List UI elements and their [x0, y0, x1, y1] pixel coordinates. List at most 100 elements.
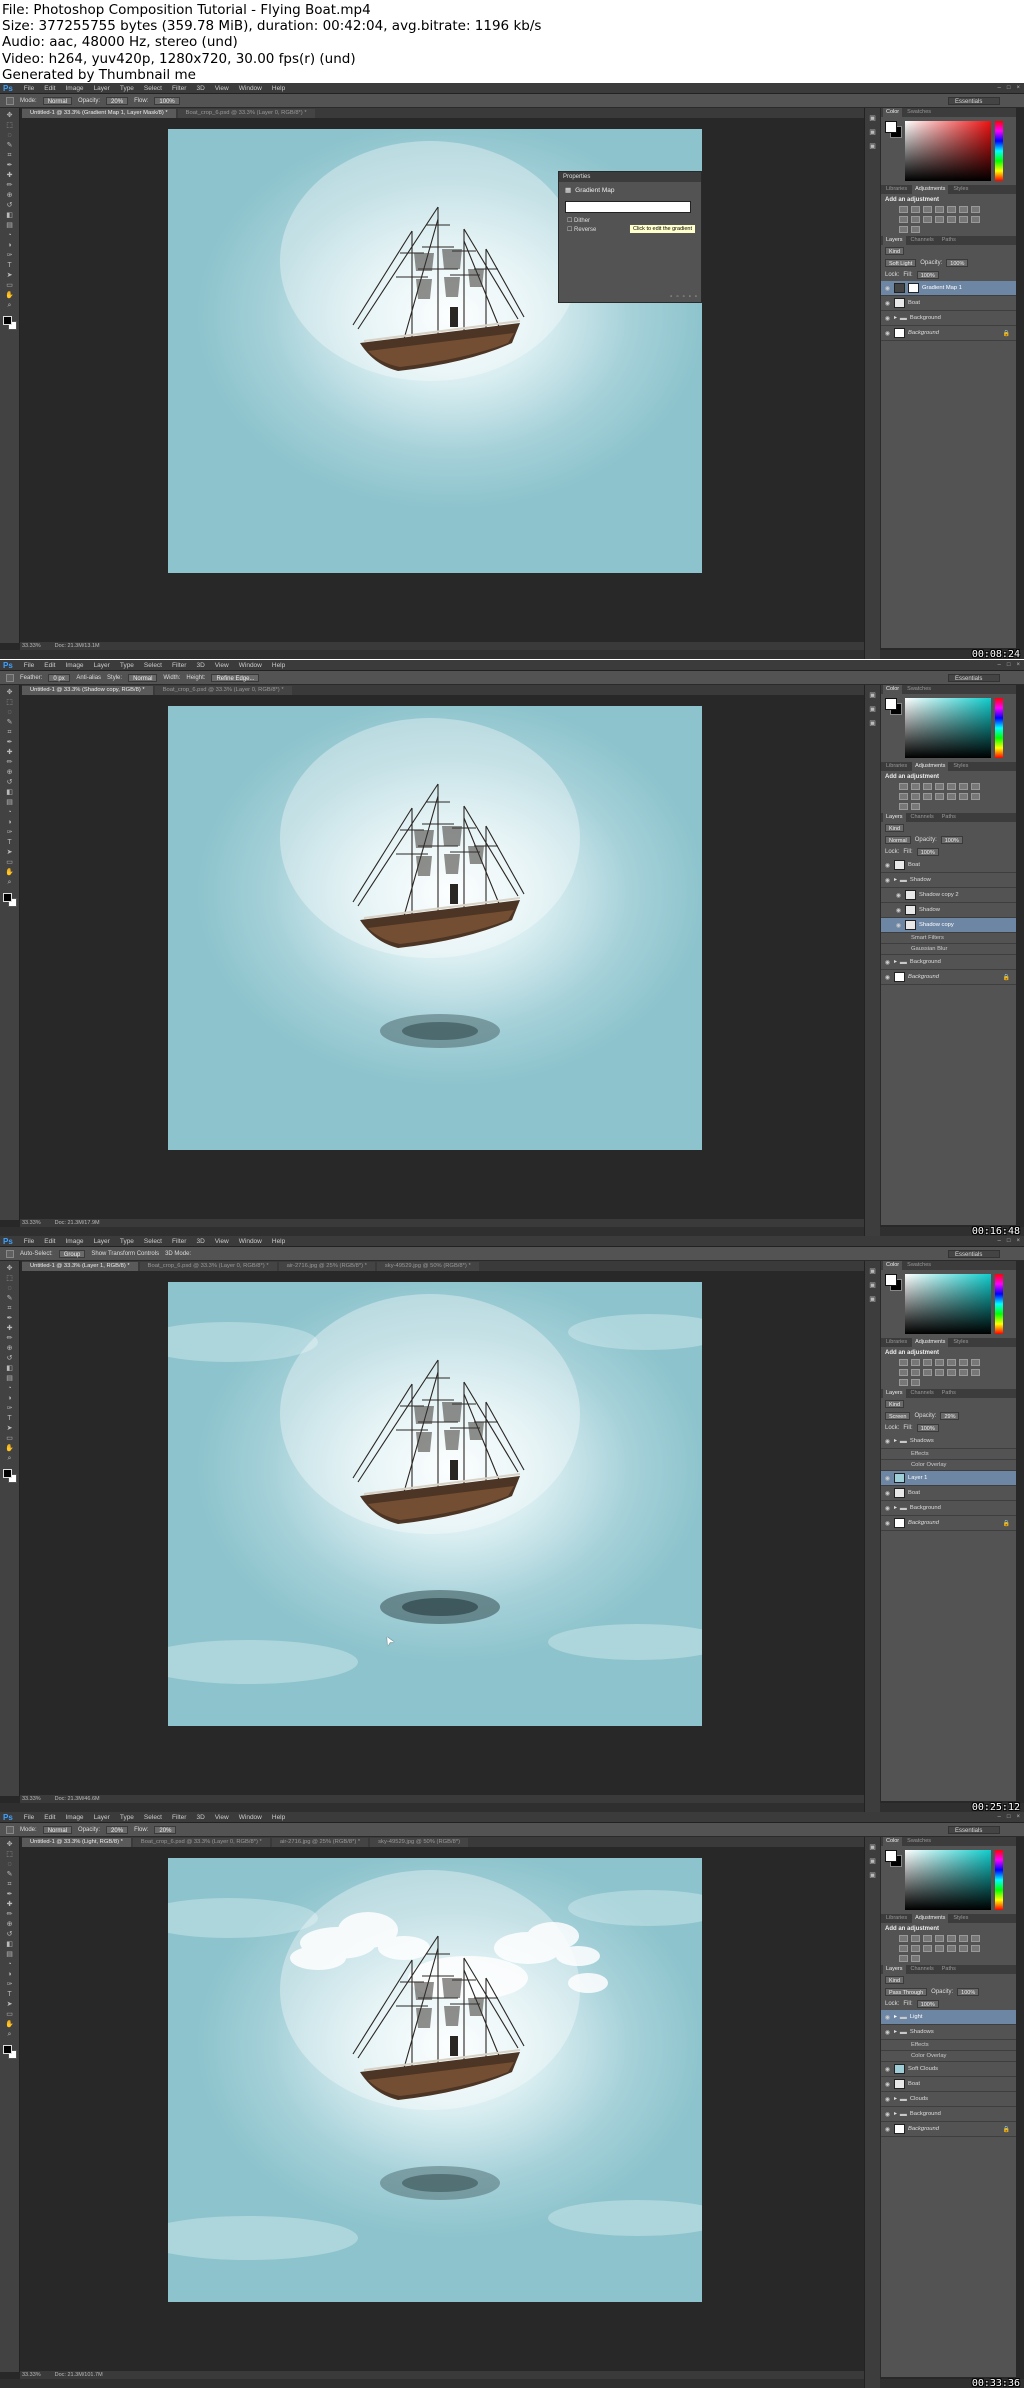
- healing-tool-icon[interactable]: ✚: [5, 749, 15, 757]
- eraser-tool-icon[interactable]: ◧: [5, 212, 15, 220]
- option-feather[interactable]: 0 px: [48, 673, 71, 682]
- eye-icon[interactable]: ◉: [884, 877, 891, 884]
- workspace-switcher[interactable]: Essentials: [948, 1826, 1000, 1834]
- gradient-tool-icon[interactable]: ▤: [5, 222, 15, 230]
- layer-row[interactable]: Effects: [881, 2040, 1016, 2051]
- eye-icon[interactable]: ◉: [884, 959, 891, 966]
- zoom-tool-icon[interactable]: ⌕: [5, 879, 15, 887]
- document-tab[interactable]: Boat_crop_6.psd @ 33.3% (Layer 0, RGB/8*…: [132, 1838, 270, 1847]
- path-select-tool-icon[interactable]: ➤: [5, 272, 15, 280]
- option-opacity[interactable]: 20%: [106, 1825, 129, 1834]
- expand-arrow-icon[interactable]: ▸: [894, 1438, 897, 1444]
- adjustment-icon[interactable]: [911, 1379, 920, 1386]
- eyedropper-tool-icon[interactable]: ✒: [5, 1315, 15, 1323]
- foreground-color[interactable]: [2, 316, 12, 325]
- maximize-icon[interactable]: □: [1007, 1814, 1011, 1820]
- healing-tool-icon[interactable]: ✚: [5, 1325, 15, 1333]
- layer-row[interactable]: ◉ ▸ ▬ Shadows: [881, 2025, 1016, 2040]
- tab-adjustments[interactable]: Adjustments: [912, 762, 949, 771]
- document-tab[interactable]: Boat_crop_6.psd @ 33.3% (Layer 0, RGB/8*…: [139, 1262, 277, 1271]
- layer-row[interactable]: ◉ ▸ ▬ Background: [881, 2107, 1016, 2122]
- tab-channels[interactable]: Channels: [908, 1389, 937, 1398]
- hue-slider[interactable]: [995, 121, 1003, 181]
- quick-select-tool-icon[interactable]: ✎: [5, 142, 15, 150]
- adjustment-icon[interactable]: [971, 793, 980, 800]
- info-icon[interactable]: ▣: [869, 1857, 876, 1865]
- layer-row[interactable]: ◉ Boat: [881, 858, 1016, 873]
- eye-icon[interactable]: ◉: [884, 330, 891, 337]
- color-fg-swatch[interactable]: [885, 698, 897, 710]
- layer-row[interactable]: ◉ Shadow copy 2: [881, 888, 1016, 903]
- hue-slider[interactable]: [995, 698, 1003, 758]
- tab-adjustments[interactable]: Adjustments: [912, 1914, 949, 1923]
- healing-tool-icon[interactable]: ✚: [5, 1901, 15, 1909]
- document-tab[interactable]: sky-49529.jpg @ 50% (RGB/8*) *: [376, 1262, 479, 1271]
- workspace-switcher[interactable]: Essentials: [948, 1250, 1000, 1258]
- tab-paths[interactable]: Paths: [939, 236, 959, 245]
- adjustment-icon[interactable]: [935, 783, 944, 790]
- layer-row[interactable]: ◉ ▸ ▬ Light: [881, 2010, 1016, 2025]
- marquee-tool-icon[interactable]: ⬚: [5, 699, 15, 707]
- hand-tool-icon[interactable]: ✋: [5, 1445, 15, 1453]
- close-icon[interactable]: ×: [1016, 85, 1020, 91]
- option-mode[interactable]: Normal: [42, 96, 73, 105]
- menu-view[interactable]: View: [210, 1238, 234, 1245]
- tab-swatches[interactable]: Swatches: [904, 1261, 934, 1270]
- quick-select-tool-icon[interactable]: ✎: [5, 1295, 15, 1303]
- tool-preset-icon[interactable]: [6, 1825, 14, 1834]
- zoom-tool-icon[interactable]: ⌕: [5, 2031, 15, 2039]
- gradient-tool-icon[interactable]: ▤: [5, 1951, 15, 1959]
- minimize-icon[interactable]: –: [998, 1814, 1001, 1820]
- adjustment-icon[interactable]: [947, 1369, 956, 1376]
- brush-tool-icon[interactable]: ✏: [5, 1335, 15, 1343]
- history-icon[interactable]: ▣: [869, 691, 876, 699]
- option-refine[interactable]: Refine Edge...: [211, 673, 260, 682]
- workspace-switcher[interactable]: Essentials: [948, 97, 1000, 105]
- option-mode[interactable]: Normal: [42, 1825, 73, 1834]
- color-chips[interactable]: [2, 316, 17, 330]
- tab-styles[interactable]: Styles: [950, 762, 971, 771]
- minimize-icon[interactable]: –: [998, 1238, 1001, 1244]
- adjustment-icon[interactable]: [911, 1359, 920, 1366]
- brush-tool-icon[interactable]: ✏: [5, 759, 15, 767]
- menu-select[interactable]: Select: [139, 662, 167, 669]
- layer-row[interactable]: Effects: [881, 1449, 1016, 1460]
- adjustment-icon[interactable]: [947, 1935, 956, 1942]
- tab-swatches[interactable]: Swatches: [904, 685, 934, 694]
- gradient-tool-icon[interactable]: ▤: [5, 799, 15, 807]
- eye-icon[interactable]: ◉: [884, 862, 891, 869]
- adjustment-icon[interactable]: [947, 1359, 956, 1366]
- menu-file[interactable]: File: [19, 1814, 39, 1821]
- color-fg-swatch[interactable]: [885, 1850, 897, 1862]
- hand-tool-icon[interactable]: ✋: [5, 292, 15, 300]
- zoom-level[interactable]: 33.33%: [22, 2372, 41, 2378]
- adjustment-icon[interactable]: [935, 793, 944, 800]
- tab-adjustments[interactable]: Adjustments: [912, 185, 949, 194]
- tab-paths[interactable]: Paths: [939, 1965, 959, 1974]
- adjustment-icon[interactable]: [971, 1935, 980, 1942]
- expand-arrow-icon[interactable]: ▸: [894, 1505, 897, 1511]
- path-select-tool-icon[interactable]: ➤: [5, 2001, 15, 2009]
- kind-filter[interactable]: Kind: [885, 824, 905, 832]
- tab-swatches[interactable]: Swatches: [904, 108, 934, 117]
- menu-layer[interactable]: Layer: [89, 662, 115, 669]
- menu-image[interactable]: Image: [60, 1238, 88, 1245]
- expand-arrow-icon[interactable]: ▸: [894, 2096, 897, 2102]
- kind-filter[interactable]: Kind: [885, 1976, 905, 1984]
- layer-row[interactable]: ◉ ▸ ▬ Shadows: [881, 1434, 1016, 1449]
- menu-help[interactable]: Help: [267, 1814, 290, 1821]
- eye-icon[interactable]: ◉: [884, 315, 891, 322]
- adjustment-icon[interactable]: [911, 1935, 920, 1942]
- blend-mode-select[interactable]: Screen: [885, 1412, 911, 1420]
- document-canvas[interactable]: [168, 1858, 702, 2302]
- zoom-level[interactable]: 33.33%: [22, 1220, 41, 1226]
- minimize-icon[interactable]: –: [998, 85, 1001, 91]
- tool-preset-icon[interactable]: [6, 96, 14, 105]
- document-tab[interactable]: Untitled-1 @ 33.3% (Light, RGB/8) *: [22, 1838, 131, 1847]
- layer-row[interactable]: ◉ ▸ ▬ Background: [881, 311, 1016, 326]
- close-icon[interactable]: ×: [1016, 662, 1020, 668]
- layer-row[interactable]: ◉ Background 🔒: [881, 1516, 1016, 1531]
- dodge-tool-icon[interactable]: ◑: [5, 242, 15, 250]
- menu-window[interactable]: Window: [234, 1238, 267, 1245]
- eye-icon[interactable]: ◉: [895, 922, 902, 929]
